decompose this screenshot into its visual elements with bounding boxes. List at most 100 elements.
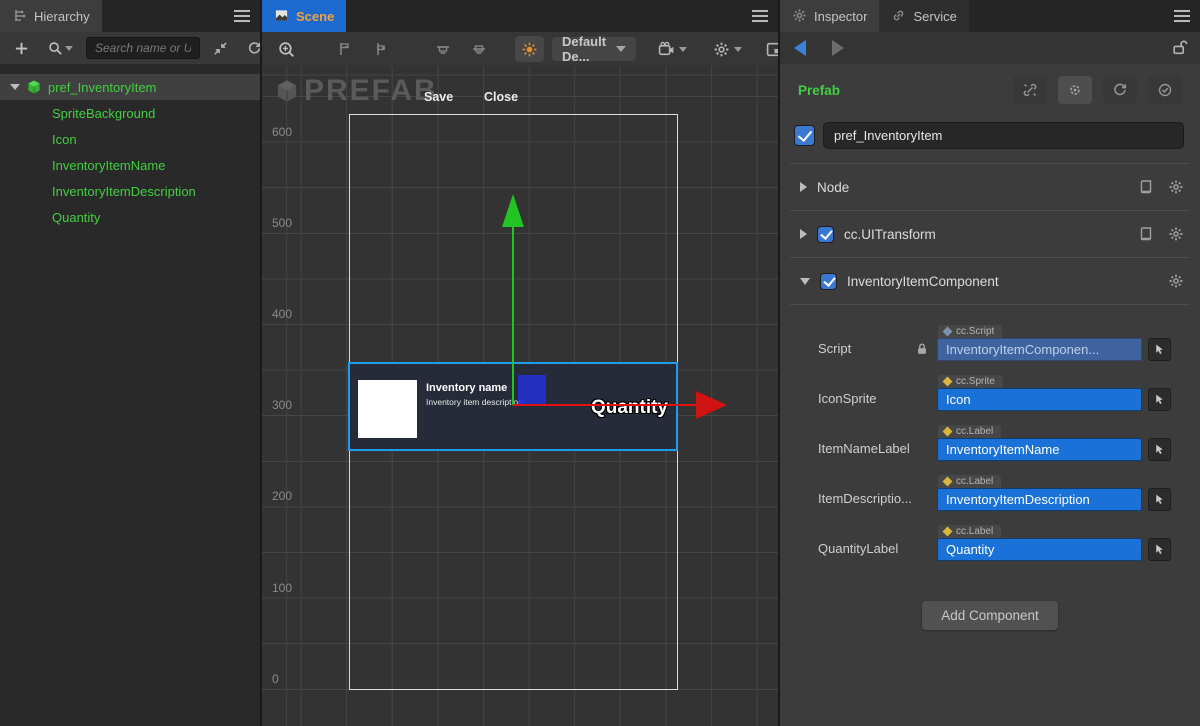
node-reference-field[interactable]: Quantity — [937, 538, 1142, 561]
ruler-label-300: 300 — [272, 398, 292, 412]
nav-back-icon[interactable] — [794, 40, 806, 56]
component-enabled-checkbox[interactable] — [820, 273, 837, 290]
expand-caret-icon[interactable] — [10, 84, 20, 90]
tree-node-label: SpriteBackground — [52, 106, 155, 121]
section-title: cc.UITransform — [844, 227, 1128, 242]
prop-row-script: Script cc.Script InventoryItemComponen..… — [780, 311, 1200, 361]
hierarchy-toolbar — [0, 32, 260, 64]
align-left-icon[interactable] — [331, 36, 359, 62]
type-chip: cc.Label — [938, 425, 1001, 438]
reset-prefab-button[interactable] — [1103, 76, 1137, 104]
help-book-icon[interactable] — [1138, 179, 1154, 195]
reference-picker-icon[interactable] — [1148, 338, 1171, 361]
tab-hierarchy[interactable]: Hierarchy — [0, 0, 102, 32]
nav-forward-icon[interactable] — [832, 40, 844, 56]
prop-row-itemdescriptionlabel: ItemDescriptio... cc.Label InventoryItem… — [780, 461, 1200, 511]
tree-node[interactable]: InventoryItemDescription — [0, 178, 260, 204]
scene-settings-icon[interactable] — [707, 36, 748, 62]
gizmo-x-axis[interactable] — [513, 404, 696, 406]
section-uitransform[interactable]: cc.UITransform — [780, 211, 1200, 257]
tree-node-root[interactable]: pref_InventoryItem — [0, 74, 260, 100]
component-enabled-checkbox[interactable] — [817, 226, 834, 243]
prop-row-iconsprite: IconSprite cc.Sprite Icon — [780, 361, 1200, 411]
collapse-caret-icon[interactable] — [800, 278, 810, 285]
camera-menu-icon[interactable] — [652, 36, 693, 62]
item-quantity-label: Quantity — [591, 397, 668, 419]
apply-prefab-button[interactable] — [1148, 76, 1182, 104]
reference-picker-icon[interactable] — [1148, 538, 1171, 561]
prefab-close-button[interactable]: Close — [484, 90, 518, 104]
gizmo-y-arrowhead[interactable] — [502, 194, 524, 227]
reference-picker-icon[interactable] — [1148, 488, 1171, 511]
inspector-gear-icon — [792, 8, 808, 24]
node-name-input[interactable] — [823, 122, 1184, 149]
component-gear-icon[interactable] — [1168, 273, 1184, 289]
tree-node[interactable]: Quantity — [0, 204, 260, 230]
add-component-button[interactable]: Add Component — [922, 601, 1058, 630]
align-middle-icon[interactable] — [465, 36, 493, 62]
collapse-caret-icon[interactable] — [800, 229, 807, 239]
tree-node-label: pref_InventoryItem — [48, 80, 156, 95]
node-reference-field[interactable]: InventoryItemName — [937, 438, 1142, 461]
ruler-label-600: 600 — [272, 125, 292, 139]
search-input[interactable] — [86, 37, 200, 59]
node-active-checkbox[interactable] — [794, 125, 815, 146]
inspector-menu-icon[interactable] — [1174, 10, 1190, 22]
lighting-toggle-icon[interactable] — [515, 36, 544, 62]
item-icon-sprite[interactable] — [358, 380, 417, 438]
tree-node[interactable]: SpriteBackground — [0, 100, 260, 126]
gizmo-xy-plane-handle[interactable] — [518, 375, 546, 405]
help-book-icon[interactable] — [1138, 226, 1154, 242]
zoom-tool-icon[interactable] — [272, 36, 301, 62]
create-node-button[interactable] — [8, 35, 35, 61]
type-diamond-icon — [943, 477, 953, 487]
align-top-icon[interactable] — [429, 36, 457, 62]
collapse-all-button[interactable] — [207, 35, 234, 61]
type-chip-label: cc.Label — [956, 426, 993, 437]
scene-icon — [274, 8, 290, 24]
node-name-row — [780, 114, 1200, 163]
tab-hierarchy-label: Hierarchy — [34, 9, 90, 24]
tree-node-label: Quantity — [52, 210, 100, 225]
component-gear-icon[interactable] — [1168, 179, 1184, 195]
align-center-horizontal-icon[interactable] — [367, 36, 395, 62]
hierarchy-panel: Hierarchy — [0, 0, 260, 726]
tab-service[interactable]: Service — [879, 0, 968, 32]
locate-prefab-button[interactable] — [1058, 76, 1092, 104]
collapse-caret-icon[interactable] — [800, 182, 807, 192]
search-filter-button[interactable] — [42, 35, 79, 61]
hierarchy-tree-icon — [12, 8, 28, 24]
node-reference-field[interactable]: Icon — [937, 388, 1142, 411]
camera-caret-icon — [679, 47, 687, 52]
search-filter-caret-icon — [65, 46, 73, 51]
reference-picker-icon[interactable] — [1148, 438, 1171, 461]
gizmo-x-arrowhead[interactable] — [696, 391, 727, 419]
camera-preset-dropdown[interactable]: Default De... — [552, 37, 636, 61]
type-chip-label: cc.Label — [956, 526, 993, 537]
tree-node[interactable]: Icon — [0, 126, 260, 152]
section-inventoryitemcomponent[interactable]: InventoryItemComponent — [780, 258, 1200, 304]
component-gear-icon[interactable] — [1168, 226, 1184, 242]
ruler-label-200: 200 — [272, 489, 292, 503]
prefab-watermark: PREFAB — [274, 74, 438, 108]
unlock-icon[interactable] — [1171, 39, 1188, 56]
section-node[interactable]: Node — [780, 164, 1200, 210]
node-reference-field[interactable]: InventoryItemDescription — [937, 488, 1142, 511]
scene-menu-icon[interactable] — [752, 10, 768, 22]
unlink-prefab-button[interactable] — [1013, 76, 1047, 104]
tab-scene-label: Scene — [296, 9, 334, 24]
prop-row-quantitylabel: QuantityLabel cc.Label Quantity — [780, 511, 1200, 561]
hierarchy-menu-icon[interactable] — [234, 10, 250, 22]
reference-picker-icon[interactable] — [1148, 388, 1171, 411]
settings-caret-icon — [734, 47, 742, 52]
prefab-save-button[interactable]: Save — [424, 90, 453, 104]
type-chip-label: cc.Sprite — [956, 376, 995, 387]
scene-panel: Scene Default De... — [262, 0, 778, 726]
script-reference-field[interactable]: InventoryItemComponen... — [937, 338, 1142, 361]
tab-scene[interactable]: Scene — [262, 0, 346, 32]
tab-inspector[interactable]: Inspector — [780, 0, 879, 32]
gizmo-y-axis[interactable] — [512, 226, 514, 405]
scene-viewport[interactable]: PREFAB Save Close 600 500 400 300 200 10… — [262, 66, 778, 726]
tree-node[interactable]: InventoryItemName — [0, 152, 260, 178]
tree-node-label: Icon — [52, 132, 77, 147]
